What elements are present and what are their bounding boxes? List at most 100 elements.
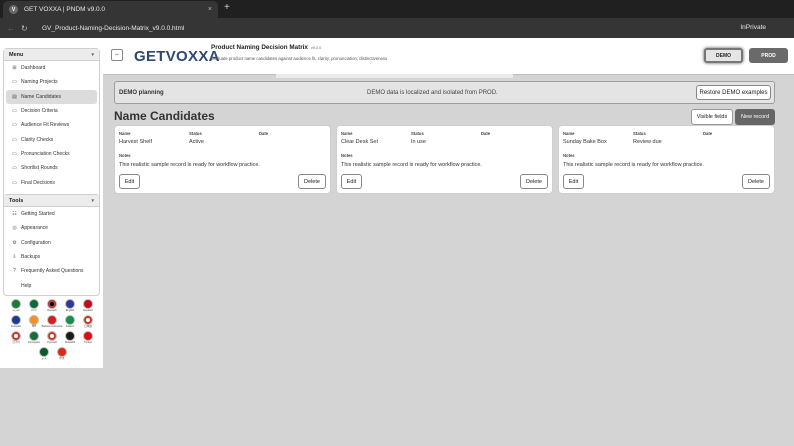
app-title: Product Naming Decision Matrix v9.0.0 <box>211 44 321 51</box>
edit-button[interactable]: Edit <box>341 174 362 189</box>
sidebar-item-final-decisions[interactable]: ▭ Final Decisions <box>6 175 97 189</box>
flag-icon <box>65 299 75 309</box>
language-name: Deutsch <box>47 309 57 312</box>
tools-item-frequently-asked-questions[interactable]: ? Frequently Asked Questions <box>6 264 97 278</box>
url-field[interactable]: GV_Product-Naming-Decision-Matrix_v9.0.0… <box>30 21 730 35</box>
inprivate-badge[interactable]: InPrivate <box>740 24 766 31</box>
candidate-card: Name Status Date Clear Desk Set In use Notes T… <box>336 125 553 194</box>
tools-item-icon: ◎ <box>12 225 17 232</box>
language-option[interactable]: اردو <box>35 347 53 361</box>
browser-tab-bar: V GET VOXXA | PNDM v9.0.0 × + <box>0 0 794 18</box>
flag-icon <box>83 299 93 309</box>
language-name: Português <box>28 341 40 344</box>
language-name: বাংলা <box>31 309 37 312</box>
menu-item-icon: ▭ <box>12 79 17 86</box>
sidebar-item-label: Clarity Checks <box>21 136 54 143</box>
edit-button[interactable]: Edit <box>563 174 584 189</box>
menu-item-icon: ▭ <box>12 179 17 186</box>
candidate-notes: This realistic sample record is ready fo… <box>341 162 482 168</box>
language-name: Italiano <box>65 325 75 328</box>
language-name: 中文 <box>59 357 65 360</box>
flag-icon <box>29 299 39 309</box>
demo-banner-label: DEMO planning <box>119 89 164 96</box>
menu-title: Menu <box>9 51 24 58</box>
address-bar: ← ↻ GV_Product-Naming-Decision-Matrix_v9… <box>0 18 794 38</box>
sidebar-item-name-candidates[interactable]: ▤ Name Candidates <box>6 89 97 104</box>
language-option[interactable]: Italiano <box>61 315 79 329</box>
delete-button[interactable]: Delete <box>520 174 548 189</box>
language-option[interactable]: English <box>61 299 79 313</box>
delete-button[interactable]: Delete <box>742 174 770 189</box>
new-record-button[interactable]: New record <box>735 109 775 125</box>
date-label: Date <box>481 131 491 136</box>
sidebar-toggle-icon[interactable]: ⇔ <box>111 49 123 61</box>
candidate-card: Name Status Date Harvest Shelf Active Notes Th… <box>114 125 331 194</box>
language-option[interactable]: Español <box>79 299 97 313</box>
menu-header[interactable]: Menu ▾ <box>4 49 99 61</box>
browser-tab[interactable]: V GET VOXXA | PNDM v9.0.0 × <box>3 1 218 18</box>
delete-button[interactable]: Delete <box>298 174 326 189</box>
candidate-name: Sunday Bake Box <box>563 139 607 145</box>
flag-icon <box>11 299 21 309</box>
language-option[interactable]: 日本語 <box>79 315 97 329</box>
close-icon[interactable]: × <box>208 6 212 13</box>
language-option[interactable]: Pусский <box>43 331 61 345</box>
sidebar-item-shortlist-rounds[interactable]: ▭ Shortlist Rounds <box>6 161 97 175</box>
flag-icon <box>65 331 75 341</box>
language-selector: العربية বাংলা Deutsch English Español Françai… <box>3 297 100 365</box>
demo-mode-button[interactable]: DEMO <box>704 48 743 63</box>
restore-demo-button[interactable]: Restore DEMO examples <box>696 85 771 100</box>
chevron-down-icon[interactable]: ▾ <box>91 52 94 58</box>
visible-fields-button[interactable]: Visible fields <box>691 109 733 125</box>
logo-get: GET <box>134 48 166 65</box>
back-icon[interactable]: ← <box>7 24 17 33</box>
language-option[interactable]: Bahasa Indonesia <box>42 315 62 329</box>
language-option[interactable]: Français <box>7 315 25 329</box>
tools-item-label: Frequently Asked Questions <box>21 268 84 275</box>
sidebar-item-label: Final Decisions <box>21 179 55 186</box>
tools-item-label: Configuration <box>21 239 51 246</box>
candidate-name: Harvest Shelf <box>119 139 153 145</box>
sidebar-item-dashboard[interactable]: ⊞ Dashboard <box>6 61 97 75</box>
tools-item-appearance[interactable]: ◎ Appearance <box>6 221 97 235</box>
tools-item-icon: ⇩ <box>12 254 17 261</box>
app: Menu ▾ ⊞ Dashboard ▭ Naming Projects ▤ Name C… <box>0 38 794 446</box>
tools-item-configuration[interactable]: ⚙ Configuration <box>6 236 97 250</box>
language-option[interactable]: Português <box>25 331 43 345</box>
tools-header[interactable]: Tools ▾ <box>4 195 99 207</box>
language-option[interactable]: Deutsch <box>43 299 61 313</box>
language-option[interactable]: বাংলা <box>25 299 43 313</box>
language-option[interactable]: हिंदी <box>25 315 43 329</box>
language-option[interactable]: Kiswahili <box>61 331 79 345</box>
sidebar-item-label: Decision Criteria <box>21 108 58 115</box>
flag-icon <box>11 315 21 325</box>
new-tab-icon[interactable]: + <box>224 2 230 13</box>
flag-icon <box>39 347 49 357</box>
sidebar-item-clarity-checks[interactable]: ▭ Clarity Checks <box>6 132 97 146</box>
prod-mode-button[interactable]: PROD <box>749 48 788 63</box>
language-name: Kiswahili <box>64 341 76 344</box>
language-option[interactable]: 한국어 <box>7 331 25 345</box>
language-option[interactable]: 中文 <box>53 347 71 361</box>
app-subtitle: Evaluate product name candidates against… <box>211 56 388 61</box>
sidebar-item-audience-fit-reviews[interactable]: ▭ Audience Fit Reviews <box>6 118 97 132</box>
language-option[interactable]: Türkçe <box>79 331 97 345</box>
tools-item-icon: ⚙ <box>12 239 17 246</box>
sidebar-item-decision-criteria[interactable]: ▭ Decision Criteria <box>6 104 97 118</box>
tools-item-help[interactable]: Help <box>6 278 97 292</box>
edit-button[interactable]: Edit <box>119 174 140 189</box>
sidebar-item-pronunciation-checks[interactable]: ▭ Pronunciation Checks <box>6 147 97 161</box>
name-label: Name <box>563 131 575 136</box>
candidate-name: Clear Desk Set <box>341 139 378 145</box>
tools-item-backups[interactable]: ⇩ Backups <box>6 250 97 264</box>
logo: GETVOXXA <box>134 48 220 65</box>
sidebar-item-naming-projects[interactable]: ▭ Naming Projects <box>6 75 97 89</box>
menu-item-icon: ⊞ <box>12 65 17 72</box>
chevron-down-icon[interactable]: ▾ <box>91 198 94 204</box>
candidate-status: Review due <box>633 139 662 145</box>
name-label: Name <box>119 131 131 136</box>
menu-item-icon: ▭ <box>12 165 17 172</box>
tools-item-getting-started[interactable]: ☷ Getting Started <box>6 207 97 221</box>
language-option[interactable]: العربية <box>7 299 25 313</box>
candidate-status: Active <box>189 139 204 145</box>
